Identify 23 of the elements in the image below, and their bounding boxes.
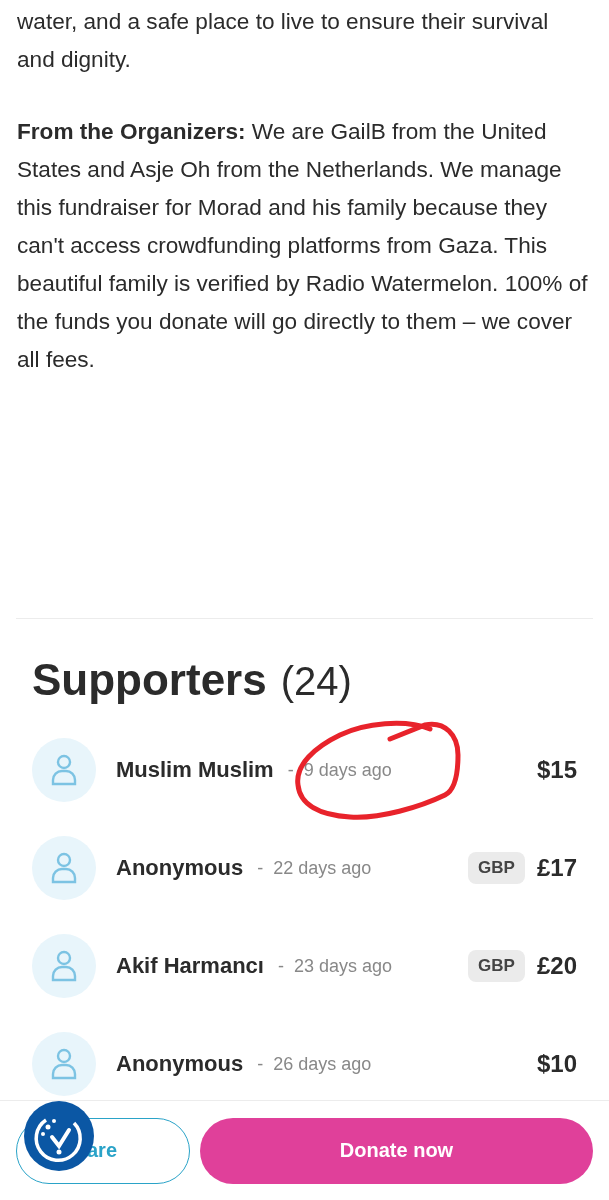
paragraph: From the Organizers: We are GailB from the United States and Asje Oh from the Netherlands. We manage this fundraiser for Morad and his family because they can't access crowdfunding platforms from Gaza. This beautiful family is verified by Radio Watermelon. 100% of the funds you donate will go directly to them – we cover all fees. [17,118,589,374]
supporter-name: Akif Harmancı [116,953,264,979]
donation-amount: £17 [536,854,577,882]
paragraph: water, and a safe place to live to ensure their survival and dignity. [17,8,550,74]
donation-amount: $15 [536,756,577,784]
supporter-name: Anonymous [116,1051,244,1077]
separator: - [257,857,264,879]
donation-time: 22 days ago [273,857,372,879]
currency-badge: GBP [468,950,525,982]
supporter-count: (24) [280,659,352,704]
donation-amount: $10 [536,1050,577,1078]
currency-badge: GBP [468,852,525,884]
donation-time: 9 days ago [303,759,392,781]
section-heading: Supporters [32,655,267,705]
donate-button[interactable]: Donate now [200,1117,593,1184]
donation-time: 26 days ago [273,1053,372,1075]
donation-amount: £20 [536,952,577,980]
supporter-name: Anonymous [116,855,244,881]
separator: - [277,955,284,977]
donation-time: 23 days ago [293,955,393,977]
separator: - [287,759,294,781]
supporter-name: Muslim Muslim [116,757,274,783]
separator: - [257,1053,264,1075]
